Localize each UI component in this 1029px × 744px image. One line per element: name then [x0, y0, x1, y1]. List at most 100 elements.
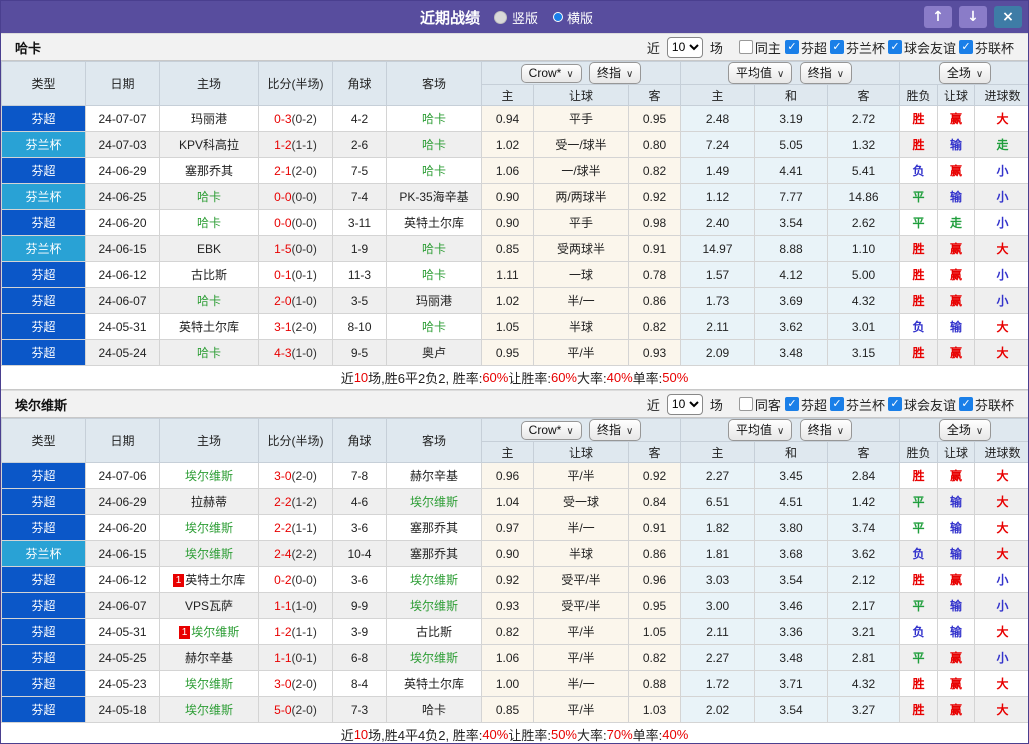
close-button[interactable]: × [994, 6, 1022, 28]
league-filter-checkbox[interactable]: ✓芬超 [785, 395, 827, 414]
away-team-cell[interactable]: 埃尔维斯 [387, 593, 482, 619]
filters-team1: 近 10 场 同主 ✓芬超✓芬兰杯✓球会友谊✓芬联杯 [647, 37, 1014, 58]
home-team-cell[interactable]: 1英特土尔库 [160, 567, 259, 593]
home-team-cell[interactable]: 哈卡 [160, 288, 259, 314]
avg-dropdown[interactable]: 平均值∨ [728, 62, 792, 84]
odds-handicap-cell: 受一球 [534, 489, 629, 515]
home-team-cell[interactable]: 塞那乔其 [160, 158, 259, 184]
home-team-cell[interactable]: 赫尔辛基 [160, 645, 259, 671]
home-team-cell[interactable]: 哈卡 [160, 184, 259, 210]
odds-away-cell: 0.92 [629, 463, 681, 489]
score-fulltime: 3-1 [274, 320, 291, 334]
scope-group: 全场∨ [900, 419, 1029, 442]
games-label: 场 [710, 38, 723, 57]
avg-dropdown[interactable]: 平均值∨ [728, 419, 792, 441]
recent-count-select[interactable]: 10 [667, 37, 703, 58]
away-team-cell[interactable]: 古比斯 [387, 619, 482, 645]
avg-home-cell: 1.49 [681, 158, 755, 184]
home-team-cell[interactable]: EBK [160, 236, 259, 262]
avg-final-dropdown[interactable]: 终指∨ [800, 62, 852, 84]
score-halftime: (1-1) [292, 521, 317, 535]
subcol-result-wdl: 胜负 [900, 442, 938, 463]
league-filter-checkbox[interactable]: ✓球会友谊 [888, 395, 956, 414]
away-team-cell[interactable]: 英特土尔库 [387, 671, 482, 697]
home-team-cell[interactable]: 埃尔维斯 [160, 515, 259, 541]
home-team-cell[interactable]: 埃尔维斯 [160, 697, 259, 723]
table-row: 芬超24-07-07玛丽港0-3(0-2)4-2哈卡0.94平手0.952.48… [2, 106, 1029, 132]
home-team-cell[interactable]: 埃尔维斯 [160, 541, 259, 567]
home-team-cell[interactable]: 埃尔维斯 [160, 671, 259, 697]
league-filter-checkbox[interactable]: ✓芬兰杯 [830, 38, 885, 57]
home-team-name: 埃尔维斯 [185, 677, 233, 691]
avg-draw-cell: 4.41 [755, 158, 828, 184]
odds-away-cell: 0.82 [629, 645, 681, 671]
away-team-cell[interactable]: 埃尔维斯 [387, 645, 482, 671]
away-team-cell[interactable]: 玛丽港 [387, 288, 482, 314]
recent-count-select[interactable]: 10 [667, 394, 703, 415]
move-down-button[interactable]: ↓ [959, 6, 987, 28]
away-team-cell[interactable]: 哈卡 [387, 106, 482, 132]
league-filter-checkbox[interactable]: ✓芬超 [785, 38, 827, 57]
home-team-cell[interactable]: 英特土尔库 [160, 314, 259, 340]
league-filter-checkbox[interactable]: ✓芬联杯 [959, 395, 1014, 414]
score-cell: 2-2(1-1) [259, 515, 333, 541]
away-team-cell[interactable]: 哈卡 [387, 132, 482, 158]
score-cell: 4-3(1-0) [259, 340, 333, 366]
home-team-cell[interactable]: 1埃尔维斯 [160, 619, 259, 645]
odds-source-dropdown[interactable]: Crow*∨ [521, 421, 582, 440]
away-team-cell[interactable]: 哈卡 [387, 314, 482, 340]
same-home-filter[interactable]: 同主 [739, 38, 781, 57]
away-team-cell[interactable]: 奥卢 [387, 340, 482, 366]
move-up-button[interactable]: ↑ [924, 6, 952, 28]
home-team-cell[interactable]: 玛丽港 [160, 106, 259, 132]
home-team-cell[interactable]: KPV科高拉 [160, 132, 259, 158]
score-fulltime: 0-0 [274, 216, 291, 230]
away-team-cell[interactable]: 赫尔辛基 [387, 463, 482, 489]
score-halftime: (2-0) [292, 469, 317, 483]
odds-away-cell: 0.92 [629, 184, 681, 210]
away-team-cell[interactable]: 哈卡 [387, 236, 482, 262]
score-fulltime: 0-1 [274, 268, 291, 282]
avg-draw-cell: 3.62 [755, 314, 828, 340]
home-team-cell[interactable]: 哈卡 [160, 340, 259, 366]
odds-handicap-cell: 平/半 [534, 463, 629, 489]
home-team-cell[interactable]: 拉赫蒂 [160, 489, 259, 515]
league-filter-checkbox[interactable]: ✓球会友谊 [888, 38, 956, 57]
home-team-cell[interactable]: 古比斯 [160, 262, 259, 288]
score-cell: 1-2(1-1) [259, 619, 333, 645]
avg-final-dropdown[interactable]: 终指∨ [800, 419, 852, 441]
layout-horizontal-radio[interactable]: 横版 [554, 8, 593, 27]
scope-dropdown[interactable]: 全场∨ [939, 62, 991, 84]
away-team-cell[interactable]: 哈卡 [387, 158, 482, 184]
away-team-cell[interactable]: 英特土尔库 [387, 210, 482, 236]
away-team-cell[interactable]: 塞那乔其 [387, 541, 482, 567]
layout-vertical-radio[interactable]: 竖版 [494, 8, 538, 27]
away-team-cell[interactable]: PK-35海辛基 [387, 184, 482, 210]
avg-away-cell: 3.62 [828, 541, 900, 567]
away-team-cell[interactable]: 埃尔维斯 [387, 567, 482, 593]
league-filter-checkbox[interactable]: ✓芬联杯 [959, 38, 1014, 57]
away-team-cell[interactable]: 哈卡 [387, 697, 482, 723]
odds-away-cell: 0.84 [629, 489, 681, 515]
col-away: 客场 [387, 62, 482, 106]
home-team-cell[interactable]: VPS瓦萨 [160, 593, 259, 619]
result-wdl-cell: 平 [900, 184, 938, 210]
away-team-cell[interactable]: 塞那乔其 [387, 515, 482, 541]
col-score: 比分(半场) [259, 419, 333, 463]
corners-cell: 7-4 [333, 184, 387, 210]
league-filter-checkbox[interactable]: ✓芬兰杯 [830, 395, 885, 414]
same-away-filter[interactable]: 同客 [739, 395, 781, 414]
home-team-cell[interactable]: 哈卡 [160, 210, 259, 236]
league-cell: 芬超 [2, 463, 86, 489]
result-goals-cell: 小 [975, 210, 1029, 236]
odds-final-dropdown[interactable]: 终指∨ [589, 419, 641, 441]
odds-handicap-cell: 两/两球半 [534, 184, 629, 210]
odds-source-dropdown[interactable]: Crow*∨ [521, 64, 582, 83]
away-team-cell[interactable]: 埃尔维斯 [387, 489, 482, 515]
scope-dropdown[interactable]: 全场∨ [939, 419, 991, 441]
result-goals-cell: 小 [975, 567, 1029, 593]
away-team-cell[interactable]: 哈卡 [387, 262, 482, 288]
odds-final-dropdown[interactable]: 终指∨ [589, 62, 641, 84]
home-team-cell[interactable]: 埃尔维斯 [160, 463, 259, 489]
summary-text-part: 单率: [633, 368, 663, 387]
